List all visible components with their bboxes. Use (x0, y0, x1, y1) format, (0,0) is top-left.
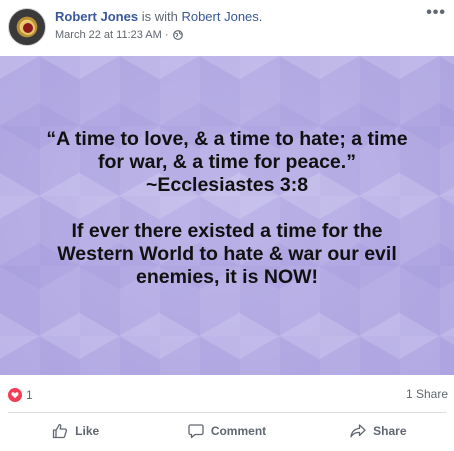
quote-line: enemies, it is NOW! (135, 266, 319, 288)
comment-button[interactable]: Comment (151, 415, 302, 447)
post-timestamp[interactable]: March 22 at 11:23 AM (55, 29, 162, 41)
with-text: is with (141, 9, 178, 24)
quote-line: for war, & a time for peace.” (98, 151, 356, 173)
post-header: Robert Jones is with Robert Jones. March… (0, 0, 454, 56)
share-count[interactable]: 1 Share (406, 387, 448, 401)
globe-icon[interactable] (173, 30, 184, 40)
reactions-bar: 1 1 Share (0, 375, 454, 413)
share-icon (350, 424, 366, 438)
like-button[interactable]: Like (0, 415, 151, 447)
quote-line: Western World to hate & war our evil (57, 243, 397, 265)
quote-line: If ever there existed a time for the (71, 220, 383, 242)
reaction-count[interactable]: 1 (26, 388, 33, 402)
comment-icon (188, 424, 204, 439)
facebook-post: Robert Jones is with Robert Jones. March… (0, 0, 454, 451)
quote-spacer (20, 197, 434, 220)
tagged-name-link[interactable]: Robert Jones. (181, 9, 262, 24)
action-bar: Like Comment Share (0, 413, 454, 449)
like-label: Like (75, 424, 100, 438)
share-label: Share (373, 424, 407, 438)
quote-text: “A time to love, & a time to hate; a tim… (20, 128, 434, 289)
post-meta: March 22 at 11:23 AM · (55, 29, 184, 41)
comment-label: Comment (210, 424, 267, 438)
quote-citation: ~Ecclesiastes 3:8 (145, 174, 309, 196)
meta-separator: · (164, 29, 169, 41)
like-icon (53, 424, 68, 439)
quote-line: “A time to love, & a time to hate; a tim… (46, 128, 408, 150)
love-reaction-icon[interactable] (8, 388, 22, 402)
author-name-link[interactable]: Robert Jones (55, 9, 138, 24)
more-options-icon[interactable]: ••• (426, 5, 446, 21)
share-button[interactable]: Share (303, 415, 454, 447)
author-avatar[interactable] (8, 8, 46, 46)
author-line: Robert Jones is with Robert Jones. (55, 9, 262, 24)
post-image[interactable]: “A time to love, & a time to hate; a tim… (0, 56, 454, 375)
avatar-emblem (21, 21, 35, 35)
